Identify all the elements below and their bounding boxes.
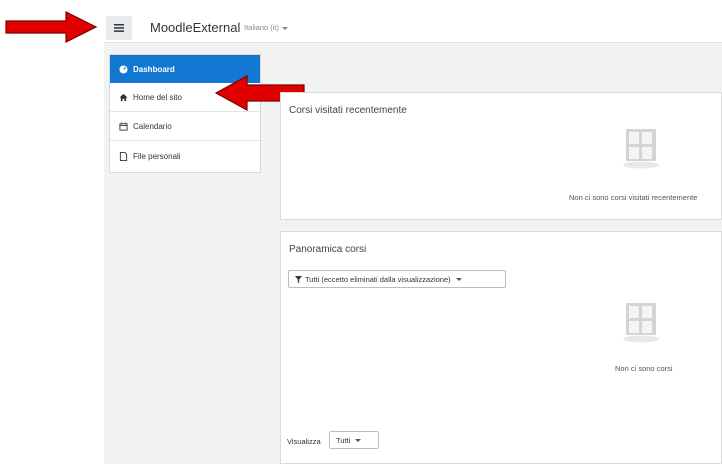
no-courses-icon (623, 303, 659, 343)
calendar-icon (119, 122, 128, 131)
site-brand[interactable]: MoodleExternal (150, 20, 240, 35)
recent-courses-card: Corsi visitati recentemente Non ci sono … (280, 92, 722, 220)
language-label: Italiano (it) (244, 23, 280, 32)
nav-item-label: Home del sito (133, 93, 182, 102)
nav-drawer: Dashboard Home del sito Calendario File … (109, 54, 261, 173)
chevron-down-icon (455, 277, 462, 281)
home-icon (119, 93, 128, 102)
course-filter-label: Tutti (eccetto eliminati dalla visualizz… (305, 274, 451, 284)
language-menu[interactable]: Italiano (it) (244, 23, 289, 32)
menu-toggle-button[interactable] (106, 16, 132, 40)
show-select-value: Tutti (336, 435, 351, 445)
annotation-arrow-left-icon (5, 11, 98, 43)
chevron-down-icon (355, 438, 362, 442)
no-courses-icon (623, 129, 659, 169)
show-label: Visualizza (287, 437, 321, 446)
recent-courses-title: Corsi visitati recentemente (289, 105, 407, 116)
course-overview-empty-text: Non ci sono corsi (615, 364, 673, 373)
filter-icon (295, 275, 302, 283)
course-overview-card: Panoramica corsi Tutti (eccetto eliminat… (280, 231, 722, 464)
nav-item-calendar[interactable]: Calendario (110, 113, 260, 141)
course-filter-dropdown[interactable]: Tutti (eccetto eliminati dalla visualizz… (288, 270, 506, 288)
show-select[interactable]: Tutti (329, 431, 379, 449)
top-navbar: MoodleExternal Italiano (it) (104, 12, 722, 43)
nav-item-label: Calendario (133, 122, 172, 131)
nav-item-label: Dashboard (133, 64, 175, 74)
nav-item-label: File personali (133, 151, 181, 161)
file-icon (119, 151, 128, 161)
course-overview-title: Panoramica corsi (289, 244, 367, 255)
dashboard-icon (119, 64, 128, 74)
hamburger-icon (114, 24, 124, 32)
chevron-down-icon (282, 26, 289, 30)
recent-courses-empty-text: Non ci sono corsi visitati recentemente (569, 193, 698, 202)
nav-item-files[interactable]: File personali (110, 142, 260, 170)
